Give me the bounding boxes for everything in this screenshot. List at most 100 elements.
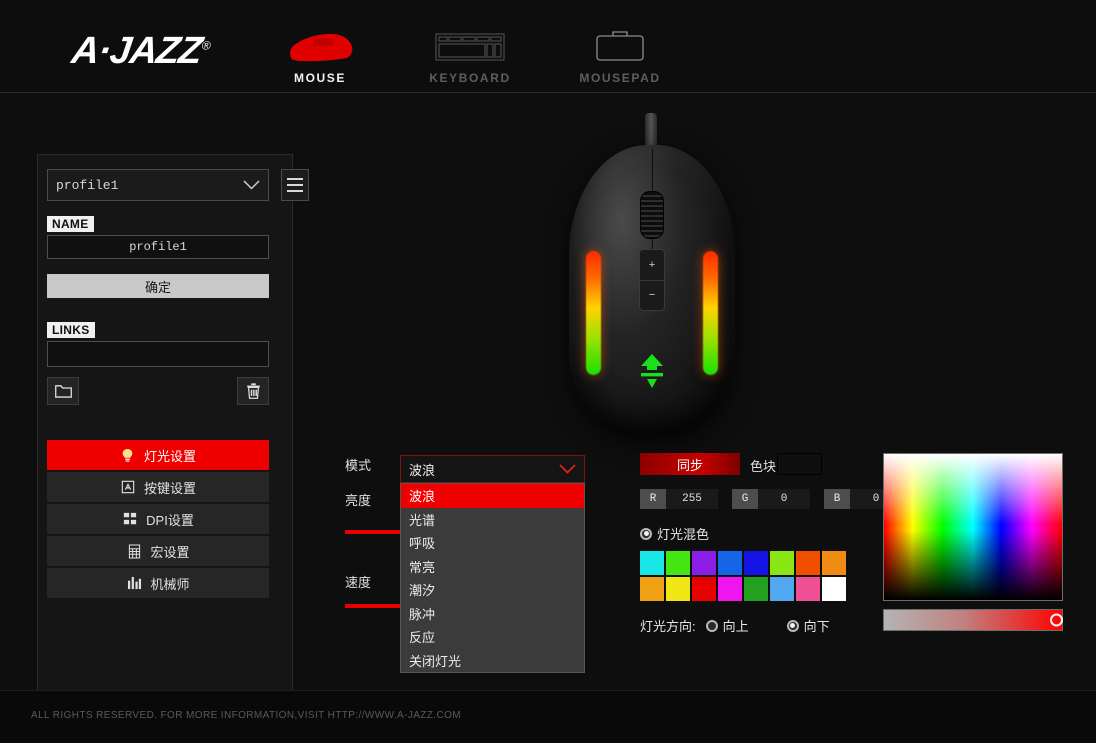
speed-label: 速度 (345, 575, 372, 590)
palette-swatch[interactable] (822, 551, 846, 575)
dpi-increase-icon: + (640, 250, 664, 281)
palette-swatch[interactable] (718, 577, 742, 601)
hamburger-icon-line (287, 184, 303, 186)
palette-swatch[interactable] (692, 551, 716, 575)
tab-mousepad[interactable]: MOUSEPAD (565, 24, 675, 85)
trash-icon (246, 383, 260, 399)
confirm-button[interactable]: 确定 (47, 274, 269, 298)
mode-option[interactable]: 常亮 (401, 555, 584, 579)
device-tabs: MOUSE KEYBOARD MOUSEPAD (265, 24, 675, 85)
rgb-r: R 255 (640, 489, 718, 509)
sidebar-nav: 灯光设置 按键设置 DPI设置 宏设置 机械师 (47, 440, 269, 600)
mode-label: 模式 (345, 458, 372, 473)
mix-color-radio[interactable]: 灯光混色 (640, 524, 709, 543)
profile-menu-button[interactable] (281, 169, 309, 201)
scroll-wheel (640, 191, 664, 239)
mousepad-icon (583, 24, 657, 66)
palette-swatch[interactable] (744, 551, 768, 575)
app-header: A·JAZZ® MOUSE KEYBOARD MOUSEPAD (0, 0, 1096, 93)
radio-icon (640, 527, 652, 540)
rgb-g-key: G (732, 489, 758, 509)
sidebar-item-label: 宏设置 (150, 544, 190, 560)
mouse-icon (283, 24, 357, 66)
folder-icon (54, 385, 72, 398)
brand-logo: A·JAZZ® (69, 30, 212, 73)
tab-keyboard[interactable]: KEYBOARD (415, 24, 525, 85)
sync-button[interactable]: 同步 (640, 453, 740, 475)
keyboard-icon (433, 24, 507, 66)
direction-up-label: 向上 (722, 619, 749, 634)
hamburger-icon-line (287, 190, 303, 192)
app-footer: ALL RIGHTS RESERVED. FOR MORE INFORMATIO… (0, 690, 1096, 743)
palette-swatch[interactable] (640, 577, 664, 601)
mouse-preview: + − (557, 113, 747, 443)
palette-swatch[interactable] (770, 577, 794, 601)
links-label: LINKS (47, 322, 95, 338)
direction-up-radio[interactable]: 向上 (705, 616, 749, 635)
sidebar-item-label: 机械师 (150, 576, 190, 592)
radio-icon (705, 619, 718, 632)
current-color-swatch[interactable] (777, 453, 822, 475)
color-picker-slider[interactable] (883, 609, 1063, 631)
sidebar-panel: profile1 NAME profile1 确定 LINKS 灯光设置 按键设… (37, 154, 309, 722)
rgb-r-value[interactable]: 255 (666, 489, 718, 509)
direction-down-radio[interactable]: 向下 (786, 616, 830, 635)
chevron-down-icon (559, 463, 576, 476)
color-picker-slider-knob[interactable] (1050, 613, 1063, 627)
sidebar-item-label: DPI设置 (146, 512, 194, 528)
sidebar-item-mechanic[interactable]: 机械师 (47, 568, 269, 598)
palette-swatch[interactable] (796, 577, 820, 601)
brightness-label: 亮度 (345, 493, 372, 508)
mode-option[interactable]: 光谱 (401, 508, 584, 532)
sidebar-item-lighting[interactable]: 灯光设置 (47, 440, 269, 470)
name-input[interactable]: profile1 (47, 235, 269, 259)
grid-icon (122, 511, 138, 527)
mode-option[interactable]: 呼吸 (401, 531, 584, 555)
tab-mouse-label: MOUSE (293, 71, 346, 85)
brand-logo-text: A·JAZZ (69, 30, 205, 72)
rgb-strip-left (586, 251, 601, 375)
delete-profile-button[interactable] (237, 377, 269, 405)
palette-swatch[interactable] (744, 577, 768, 601)
palette-swatch[interactable] (666, 577, 690, 601)
mode-option[interactable]: 关闭灯光 (401, 649, 584, 673)
rgb-g: G 0 (732, 489, 810, 509)
color-picker-gradient[interactable] (883, 453, 1063, 601)
sidebar-item-keys[interactable]: 按键设置 (47, 472, 269, 502)
rgb-b-key: B (824, 489, 850, 509)
palette-swatch[interactable] (770, 551, 794, 575)
links-input[interactable] (47, 341, 269, 367)
mode-option[interactable]: 潮汐 (401, 578, 584, 602)
palette-swatch[interactable] (822, 577, 846, 601)
mode-dropdown[interactable]: 波浪 (400, 455, 585, 483)
mode-option[interactable]: 反应 (401, 625, 584, 649)
palette-swatch[interactable] (666, 551, 690, 575)
open-profile-button[interactable] (47, 377, 79, 405)
chevron-down-icon (243, 179, 260, 192)
colorblock-label: 色块 (750, 459, 777, 474)
radio-icon (786, 619, 799, 632)
mix-color-label: 灯光混色 (657, 527, 710, 542)
app-window: A·JAZZ® MOUSE KEYBOARD MOUSEPAD profile1… (0, 0, 1096, 743)
profile-dropdown-value: profile1 (56, 177, 119, 193)
sidebar-item-dpi[interactable]: DPI设置 (47, 504, 269, 534)
name-label: NAME (47, 216, 94, 232)
rgb-inputs: R 255 G 0 B 0 (640, 489, 902, 509)
mode-option[interactable]: 脉冲 (401, 602, 584, 626)
profile-dropdown[interactable]: profile1 (47, 169, 269, 201)
rgb-g-value[interactable]: 0 (758, 489, 810, 509)
palette-swatch[interactable] (718, 551, 742, 575)
rgb-strip-right (703, 251, 718, 375)
palette-swatch[interactable] (692, 577, 716, 601)
sidebar-item-macro[interactable]: 宏设置 (47, 536, 269, 566)
mode-dropdown-list: 波浪 光谱 呼吸 常亮 潮汐 脉冲 反应 关闭灯光 (400, 483, 585, 673)
sidebar-item-label: 按键设置 (143, 480, 196, 496)
mode-option[interactable]: 波浪 (401, 484, 584, 508)
palette-swatch[interactable] (796, 551, 820, 575)
palette-swatch[interactable] (640, 551, 664, 575)
mouse-body: + − (569, 145, 735, 437)
macro-icon (126, 543, 142, 559)
tab-mousepad-label: MOUSEPAD (579, 71, 661, 85)
tab-mouse[interactable]: MOUSE (265, 24, 375, 85)
rgb-r-key: R (640, 489, 666, 509)
